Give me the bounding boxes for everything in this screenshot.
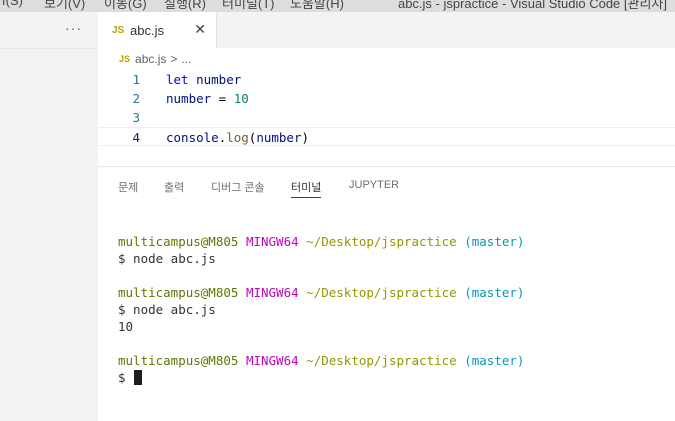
code-text: console.log(number) xyxy=(166,128,309,147)
breadcrumb: JS abc.js > ... xyxy=(98,48,675,70)
tab-terminal-label: 터미널 xyxy=(291,182,322,194)
terminal-prompt-line: multicampus@M805 MINGW64 ~/Desktop/jspra… xyxy=(118,234,525,249)
code-token: log xyxy=(226,130,249,145)
terminal-output-line: 10 xyxy=(118,319,134,334)
tab-terminal[interactable]: 터미널 xyxy=(291,179,322,198)
close-icon[interactable]: ✕ xyxy=(194,21,206,38)
menu-run[interactable]: 실행(R) xyxy=(164,0,206,12)
bottom-panel: 문제 출력 디버그 콘솔 터미널 JUPYTER multicampus@M80… xyxy=(98,166,675,421)
tab-label: abc.js xyxy=(130,22,164,38)
code-line[interactable]: 1 let number xyxy=(98,70,675,89)
code-token: 10 xyxy=(233,91,249,106)
terminal-output[interactable]: multicampus@M805 MINGW64 ~/Desktop/jspra… xyxy=(118,233,524,386)
tab-jupyter[interactable]: JUPYTER xyxy=(349,179,399,191)
terminal-blank xyxy=(118,267,524,284)
terminal-command: $ node abc.js xyxy=(118,302,216,317)
terminal-cursor xyxy=(134,370,143,385)
breadcrumb-symbols[interactable]: ... xyxy=(181,52,191,66)
code-token: console xyxy=(166,130,219,145)
menu-file[interactable]: f(S) xyxy=(2,0,23,8)
code-line[interactable]: 2 number = 10 xyxy=(98,89,675,108)
tab-problems[interactable]: 문제 xyxy=(118,179,138,195)
tab-debug-console[interactable]: 디버그 콘솔 xyxy=(211,179,265,195)
line-number: 4 xyxy=(132,130,140,145)
code-token: number xyxy=(196,72,242,87)
window-title: abc.js - jspractice - Visual Studio Code… xyxy=(397,0,667,11)
menu-view[interactable]: 보기(V) xyxy=(44,0,85,12)
code-text: let number xyxy=(166,70,241,89)
sidebar-divider xyxy=(0,48,98,49)
tab-output[interactable]: 출력 xyxy=(164,179,184,195)
code-token: = xyxy=(211,91,234,106)
terminal-prompt-line: multicampus@M805 MINGW64 ~/Desktop/jspra… xyxy=(118,353,525,368)
editor-tab-bar: JS abc.js ✕ xyxy=(98,12,675,48)
tab-abc-js[interactable]: JS abc.js ✕ xyxy=(98,12,217,48)
code-line[interactable]: 4 console.log(number) xyxy=(98,127,675,146)
chevron-right-icon: > xyxy=(170,52,178,66)
menu-terminal[interactable]: 터미널(T) xyxy=(222,0,274,12)
ellipsis-icon[interactable]: ··· xyxy=(65,20,82,36)
line-number: 2 xyxy=(132,91,140,106)
code-editor[interactable]: 1 let number 2 number = 10 3 4 console.log(num… xyxy=(98,70,675,166)
active-tab-indicator xyxy=(291,197,322,198)
panel-tab-bar: 문제 출력 디버그 콘솔 터미널 JUPYTER xyxy=(98,167,675,203)
code-token: number xyxy=(256,130,302,145)
side-panel: ··· xyxy=(0,12,98,421)
line-number: 3 xyxy=(132,110,140,125)
terminal-input-line[interactable]: $ xyxy=(118,369,524,386)
terminal-prompt: $ xyxy=(118,370,126,385)
code-line[interactable]: 3 xyxy=(98,108,675,127)
breadcrumb-file[interactable]: abc.js xyxy=(135,52,166,66)
menu-go[interactable]: 이동(G) xyxy=(104,0,147,12)
terminal-command: $ node abc.js xyxy=(118,251,216,266)
terminal-prompt-line: multicampus@M805 MINGW64 ~/Desktop/jspra… xyxy=(118,285,525,300)
title-bar: f(S) 보기(V) 이동(G) 실행(R) 터미널(T) 도움말(H) abc… xyxy=(0,0,675,12)
javascript-file-icon: JS xyxy=(119,54,131,64)
code-text: number = 10 xyxy=(166,89,249,108)
line-number: 1 xyxy=(132,72,140,87)
code-token: ) xyxy=(301,130,310,145)
code-token: number xyxy=(166,91,212,106)
code-token: let xyxy=(166,72,189,87)
menu-help[interactable]: 도움말(H) xyxy=(290,0,344,12)
terminal-blank xyxy=(118,335,524,352)
javascript-file-icon: JS xyxy=(112,24,125,36)
